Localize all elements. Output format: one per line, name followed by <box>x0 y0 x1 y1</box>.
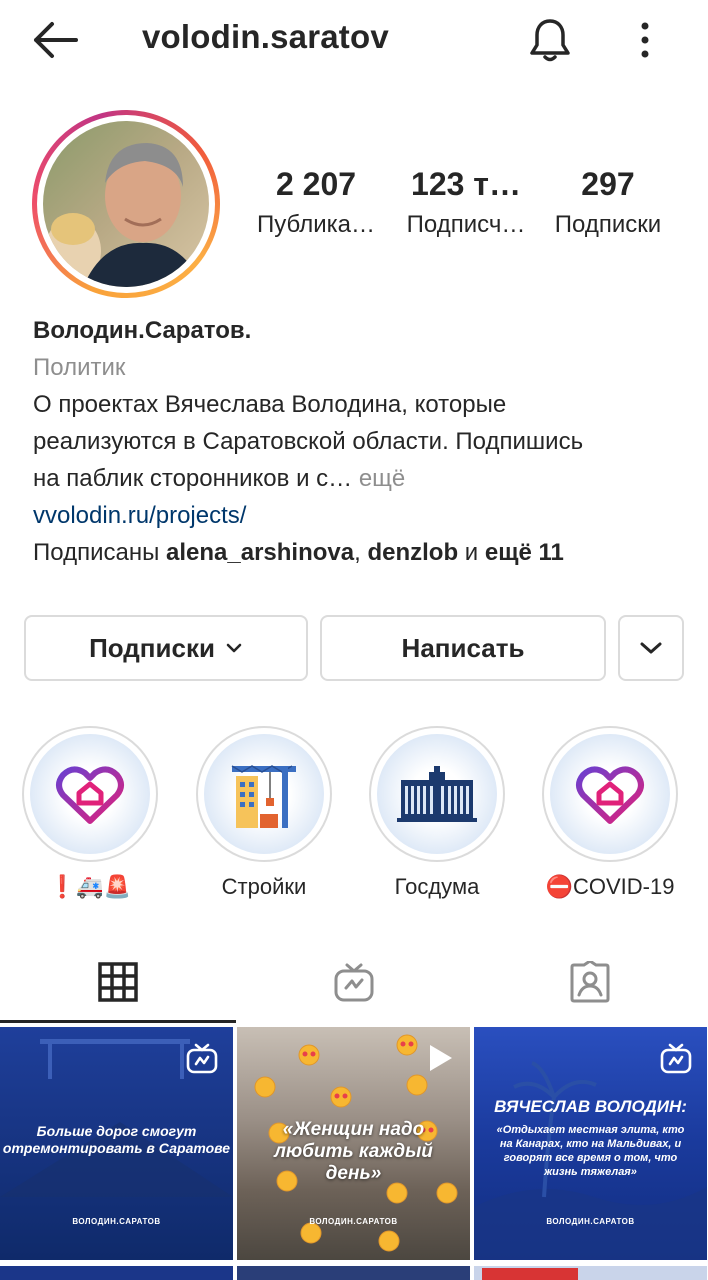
stat-posts-value: 2 207 <box>275 166 357 202</box>
stat-following-value: 297 <box>581 166 635 202</box>
following-button-label: Подписки <box>89 632 215 663</box>
highlight-construction[interactable]: Стройки <box>196 726 332 900</box>
more-options-icon[interactable] <box>630 18 660 62</box>
play-icon <box>430 1045 452 1071</box>
followed-by-separator: , <box>354 539 368 566</box>
top-bar: volodin.saratov <box>0 0 708 82</box>
back-arrow-icon[interactable] <box>30 18 80 62</box>
post-footer: ВОЛОДИН.САРАТОВ <box>72 1217 161 1226</box>
tab-grid[interactable] <box>0 940 236 1024</box>
bio-line-2: реализуются в Саратовской области. Подпи… <box>33 428 584 455</box>
grid-icon <box>98 962 138 1002</box>
following-button[interactable]: Подписки <box>24 615 308 681</box>
bio-line-1: О проектах Вячеслава Володина, которые <box>33 391 507 418</box>
duma-building-icon <box>397 766 477 822</box>
highlight-label: ❗🚑🚨 <box>48 874 132 899</box>
highlight-emergency[interactable]: ❗🚑🚨 <box>22 726 158 900</box>
tab-tagged[interactable] <box>472 940 708 1024</box>
bell-icon[interactable] <box>526 16 574 64</box>
post-title: ВЯЧЕСЛАВ ВОЛОДИН: <box>494 1097 687 1116</box>
stat-followers[interactable]: 123 т… Подписч… <box>396 166 536 239</box>
post-caption: «Женщин надо любить каждый день» <box>274 1119 433 1184</box>
profile-username: volodin.saratov <box>142 18 389 55</box>
post-tile-partial[interactable] <box>474 1266 707 1280</box>
followed-by-user-1: alena_arshinova <box>166 539 355 566</box>
post-footer: ВОЛОДИН.САРАТОВ <box>309 1217 398 1226</box>
active-tab-indicator <box>0 1020 236 1023</box>
bio-website-link[interactable]: vvolodin.ru/projects/ <box>33 497 693 534</box>
tab-igtv[interactable] <box>236 940 472 1024</box>
post-tile[interactable]: «Женщин надо любить каждый день» ВОЛОДИН… <box>237 1027 470 1260</box>
highlight-duma[interactable]: Госдума <box>369 726 505 900</box>
igtv-icon <box>186 1043 218 1074</box>
profile-name: Володин.Саратов. <box>33 317 252 344</box>
stat-followers-value: 123 т… <box>411 166 521 202</box>
posts-grid: Больше дорог смогут отремонтировать в Са… <box>0 1027 708 1280</box>
construction-crane-icon <box>231 765 296 828</box>
stat-posts-label: Публика… <box>257 211 375 238</box>
stat-following[interactable]: 297 Подписки <box>542 166 674 239</box>
post-tile-partial[interactable] <box>237 1266 470 1280</box>
post-caption: «Отдыхает местная элита, кто на Канарах,… <box>496 1124 685 1178</box>
followed-by-and: и <box>458 539 485 566</box>
highlight-label: ⛔COVID-19 <box>545 874 675 899</box>
profile-avatar-ring[interactable] <box>32 110 220 298</box>
highlight-label: Госдума <box>394 874 480 899</box>
chevron-down-icon <box>640 642 662 654</box>
heart-house-icon <box>576 766 644 824</box>
bio-line-3-wrap: на паблик сторонников и с… ещё <box>33 460 693 497</box>
stat-posts[interactable]: 2 207 Публика… <box>246 166 386 239</box>
message-button[interactable]: Написать <box>320 615 606 681</box>
highlight-label: Стройки <box>221 874 307 899</box>
chevron-down-icon <box>226 643 242 653</box>
profile-tabs <box>0 940 708 1024</box>
stat-following-label: Подписки <box>554 211 662 238</box>
suggestions-toggle-button[interactable] <box>618 615 684 681</box>
profile-category: Политик <box>33 354 126 381</box>
post-tile-partial[interactable] <box>0 1266 233 1280</box>
followed-by-prefix: Подписаны <box>33 539 166 566</box>
profile-bio: Володин.Саратов. Политик О проектах Вяче… <box>33 312 693 571</box>
highlight-covid[interactable]: ⛔COVID-19 <box>542 726 678 900</box>
followed-by[interactable]: Подписаны alena_arshinova, denzlob и ещё… <box>33 534 693 571</box>
heart-house-icon <box>56 766 124 824</box>
message-button-label: Написать <box>401 632 525 663</box>
stat-followers-label: Подписч… <box>406 211 526 238</box>
igtv-icon <box>334 963 374 1002</box>
bio-line-3: на паблик сторонников и с… <box>33 465 353 492</box>
post-caption: Больше дорог смогут отремонтировать в Са… <box>2 1123 231 1156</box>
post-footer: ВОЛОДИН.САРАТОВ <box>546 1217 635 1226</box>
partial-banner <box>482 1268 578 1280</box>
followed-by-user-2: denzlob <box>367 539 459 566</box>
post-tile[interactable]: Больше дорог смогут отремонтировать в Са… <box>0 1027 233 1260</box>
tagged-icon <box>570 961 610 1003</box>
post-tile[interactable]: ВЯЧЕСЛАВ ВОЛОДИН: «Отдыхает местная элит… <box>474 1027 707 1260</box>
bio-more-link[interactable]: ещё <box>352 465 405 492</box>
igtv-icon <box>660 1043 692 1074</box>
avatar <box>43 121 209 287</box>
followed-by-more: ещё 11 <box>484 539 564 566</box>
profile-stats: 2 207 Публика… 123 т… Подписч… 297 Подпи… <box>246 166 686 246</box>
